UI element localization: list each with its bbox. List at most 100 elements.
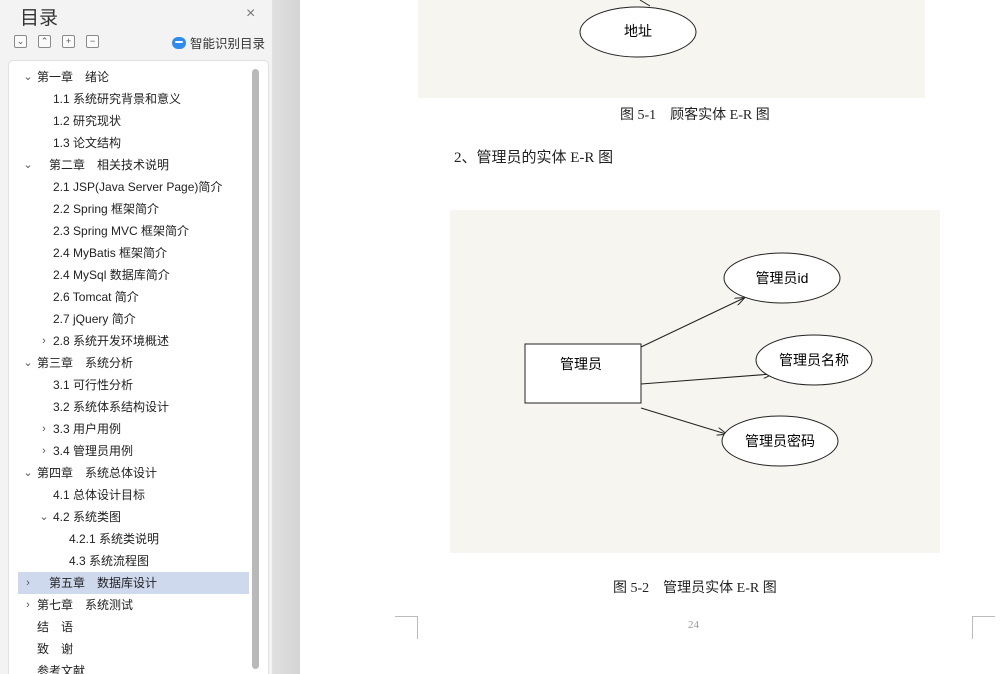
- outline-item[interactable]: 2.7 jQuery 简介: [18, 308, 249, 330]
- outline-item[interactable]: 2.4 MySql 数据库简介: [18, 264, 249, 286]
- figure-5-1-diagram: 地址: [579, 0, 697, 58]
- section-heading: 2、管理员的实体 E-R 图: [454, 150, 614, 166]
- outline-item-label: 4.2.1 系统类说明: [69, 532, 160, 546]
- outline-item-label: 3.3 用户用例: [53, 422, 122, 436]
- outline-item-label: 4.2 系统类图: [53, 510, 122, 524]
- outline-item[interactable]: › 3.4 管理员用例: [18, 440, 249, 462]
- outline-item[interactable]: ⌄ 第一章 绪论: [18, 66, 249, 88]
- ai-toc-button[interactable]: 智能识别目录: [172, 33, 265, 52]
- outline-item-label: 第二章 相关技术说明: [49, 158, 170, 172]
- outline-item-label: 致 谢: [37, 642, 74, 656]
- collapse-all-button[interactable]: ⌄: [14, 35, 27, 48]
- er-connector-line: [639, 0, 651, 7]
- ai-assistant-icon: [172, 36, 186, 49]
- remove-heading-button[interactable]: −: [86, 35, 99, 48]
- close-icon[interactable]: ×: [246, 5, 255, 23]
- outline-item-label: 1.3 论文结构: [53, 136, 122, 150]
- outline-item-label: 4.1 总体设计目标: [53, 488, 146, 502]
- er-attribute-id: 管理员id: [756, 270, 809, 286]
- er-connector-line: [640, 298, 744, 348]
- outline-item[interactable]: ⌄ 第三章 系统分析: [18, 352, 249, 374]
- chevron-right-icon[interactable]: ›: [22, 594, 34, 616]
- outline-item-label: 1.1 系统研究背景和意义: [53, 92, 182, 106]
- outline-item-label: 2.7 jQuery 简介: [53, 312, 136, 326]
- er-entity-label: 管理员: [560, 356, 602, 372]
- er-connector-line: [640, 407, 726, 434]
- outline-item-label: 4.3 系统流程图: [69, 554, 150, 568]
- figure-5-2-diagram: 管理员 管理员id 管理员名称 管理员密码: [524, 252, 873, 467]
- outline-item-label: 2.3 Spring MVC 框架简介: [53, 224, 190, 238]
- outline-item[interactable]: ⌄ 第二章 相关技术说明: [18, 154, 249, 176]
- outline-item-label: 参考文献: [37, 664, 86, 674]
- figure-5-2: 管理员 管理员id 管理员名称 管理员密码: [450, 210, 940, 553]
- outline-item[interactable]: 4.2.1 系统类说明: [18, 528, 249, 550]
- outline-item-label: 3.1 可行性分析: [53, 378, 134, 392]
- outline-item[interactable]: 4.3 系统流程图: [18, 550, 249, 572]
- outline-item[interactable]: 1.1 系统研究背景和意义: [18, 88, 249, 110]
- chevron-down-icon[interactable]: ⌄: [38, 506, 50, 528]
- outline-item[interactable]: 3.1 可行性分析: [18, 374, 249, 396]
- outline-item[interactable]: ⌄ 4.2 系统类图: [18, 506, 249, 528]
- outline-item[interactable]: 2.6 Tomcat 简介: [18, 286, 249, 308]
- panel-splitter[interactable]: [272, 0, 300, 674]
- outline-item-label: 第三章 系统分析: [37, 356, 134, 370]
- outline-item[interactable]: 2.1 JSP(Java Server Page)简介: [18, 176, 249, 198]
- chevron-down-icon[interactable]: ⌄: [22, 154, 34, 176]
- outline-item[interactable]: 3.2 系统体系结构设计: [18, 396, 249, 418]
- er-attribute-password: 管理员密码: [745, 433, 815, 449]
- outline-item[interactable]: 2.4 MyBatis 框架简介: [18, 242, 249, 264]
- outline-item-label: 第七章 系统测试: [37, 598, 134, 612]
- ai-toc-label: 智能识别目录: [190, 37, 266, 51]
- outline-item-label: 第一章 绪论: [37, 70, 110, 84]
- outline-item-label: 1.2 研究现状: [53, 114, 122, 128]
- outline-item[interactable]: 1.3 论文结构: [18, 132, 249, 154]
- outline-item-label: 3.4 管理员用例: [53, 444, 134, 458]
- chevron-down-icon[interactable]: ⌄: [22, 462, 34, 484]
- outline-item[interactable]: › 3.3 用户用例: [18, 418, 249, 440]
- outline-item-label: 3.2 系统体系结构设计: [53, 400, 170, 414]
- outline-item[interactable]: › 2.8 系统开发环境概述: [18, 330, 249, 352]
- outline-item[interactable]: ⌄ 第四章 系统总体设计: [18, 462, 249, 484]
- outline-item-label: 2.4 MySql 数据库简介: [53, 268, 170, 282]
- outline-scrollbar-thumb[interactable]: [252, 69, 259, 669]
- outline-panel: 目录 × ⌄ ⌃ + − 智能识别目录 ⌄ 第一章 绪论 1.1 系统研究背景和意义…: [0, 0, 273, 674]
- outline-item[interactable]: 结 语: [18, 616, 249, 638]
- figure-5-2-caption: 图 5-2 管理员实体 E-R 图: [613, 581, 777, 596]
- er-attribute-address: 地址: [624, 23, 652, 39]
- chevron-right-icon[interactable]: ›: [38, 440, 50, 462]
- page-number: 24: [688, 619, 699, 631]
- outline-item[interactable]: 2.2 Spring 框架简介: [18, 198, 249, 220]
- outline-item[interactable]: › 第七章 系统测试: [18, 594, 249, 616]
- outline-item-label: 第四章 系统总体设计: [37, 466, 158, 480]
- outline-item[interactable]: 2.3 Spring MVC 框架简介: [18, 220, 249, 242]
- outline-item-label: 2.1 JSP(Java Server Page)简介: [53, 180, 223, 194]
- document-page: 地址 图 5-1 顾客实体 E-R 图 2、管理员的实体 E-R 图 管理员 管…: [300, 0, 1002, 674]
- outline-item-label: 2.8 系统开发环境概述: [53, 334, 170, 348]
- outline-item[interactable]: 1.2 研究现状: [18, 110, 249, 132]
- outline-item[interactable]: 致 谢: [18, 638, 249, 660]
- chevron-down-icon[interactable]: ⌄: [22, 66, 34, 88]
- expand-up-button[interactable]: ⌃: [38, 35, 51, 48]
- chevron-right-icon[interactable]: ›: [38, 418, 50, 440]
- figure-5-1: 地址: [418, 0, 925, 98]
- er-connector-line: [640, 374, 772, 385]
- add-heading-button[interactable]: +: [62, 35, 75, 48]
- outline-item[interactable]: › 第五章 数据库设计: [18, 572, 249, 594]
- outline-title: 目录: [20, 8, 59, 29]
- outline-item[interactable]: 参考文献: [18, 660, 249, 674]
- chevron-right-icon[interactable]: ›: [38, 330, 50, 352]
- outline-item-label: 结 语: [37, 620, 74, 634]
- er-attribute-name: 管理员名称: [779, 352, 849, 368]
- chevron-down-icon[interactable]: ⌄: [22, 352, 34, 374]
- page-corner-mark: [395, 616, 418, 639]
- chevron-right-icon[interactable]: ›: [22, 572, 34, 594]
- er-entity-box: [524, 343, 642, 404]
- outline-item-label: 第五章 数据库设计: [49, 576, 158, 590]
- page-corner-mark: [972, 616, 995, 639]
- outline-item-label: 2.6 Tomcat 简介: [53, 290, 139, 304]
- outline-scrollbar[interactable]: [252, 65, 261, 669]
- outline-item-label: 2.4 MyBatis 框架简介: [53, 246, 168, 260]
- figure-5-1-caption: 图 5-1 顾客实体 E-R 图: [620, 108, 770, 123]
- outline-item-label: 2.2 Spring 框架简介: [53, 202, 160, 216]
- outline-item[interactable]: 4.1 总体设计目标: [18, 484, 249, 506]
